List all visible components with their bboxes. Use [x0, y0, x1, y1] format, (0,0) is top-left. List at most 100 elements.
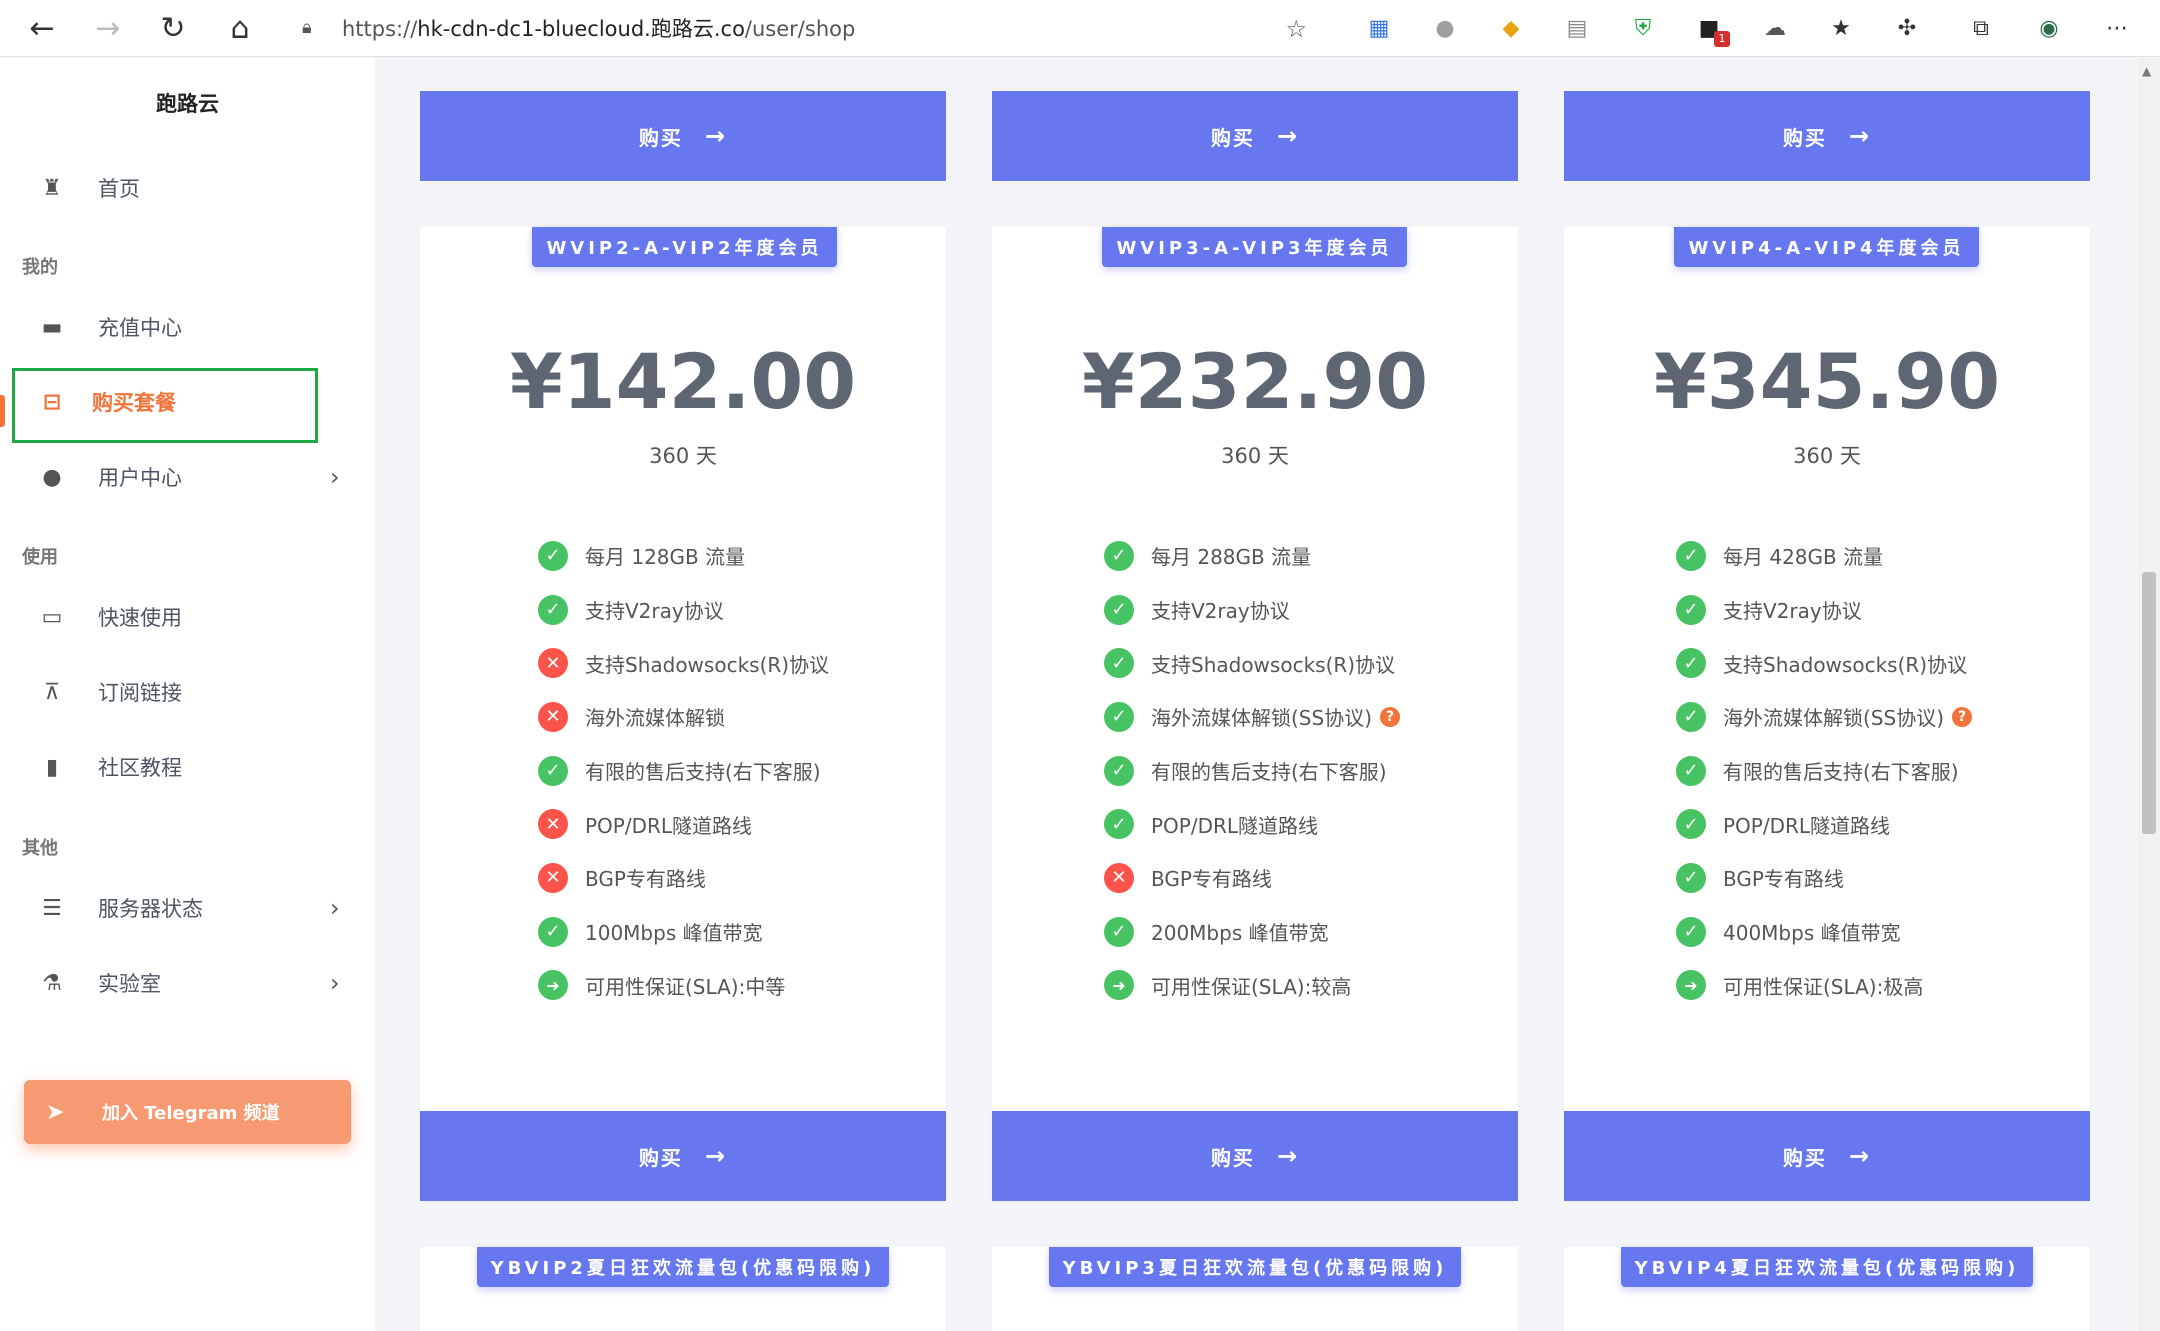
sidebar-item-home[interactable]: ♜ 首页 — [0, 155, 375, 221]
sidebar-item-server-status[interactable]: ☰ 服务器状态 › — [0, 875, 375, 941]
feature-text: 有限的售后支持(右下客服) — [1151, 760, 1387, 785]
feature-item: ✓ 支持V2ray协议 — [538, 583, 829, 637]
feature-text: 支持V2ray协议 — [1151, 599, 1290, 624]
feature-item: ✕ BGP专有路线 — [1104, 851, 1400, 905]
collections-icon[interactable]: ⧉ — [1966, 13, 1996, 43]
feature-item: ✓ POP/DRL隧道路线 — [1104, 797, 1400, 851]
check-circle-icon: ✓ — [538, 594, 568, 625]
check-circle-icon: ✓ — [1104, 916, 1134, 947]
wallet-icon: ▬ — [41, 314, 63, 340]
sidebar-item-label: 实验室 — [98, 972, 161, 996]
buy-button[interactable]: 购买 → — [420, 91, 946, 181]
sidebar-item-label: 快速使用 — [98, 606, 182, 630]
feature-item: ✓ 支持V2ray协议 — [1676, 583, 1972, 637]
profile-avatar-icon[interactable]: ◉ — [2034, 13, 2064, 43]
brand-title[interactable]: 跑路云 — [0, 88, 375, 118]
arrow-right-icon: → — [1848, 122, 1872, 150]
check-circle-icon: ✓ — [1676, 916, 1706, 947]
server-icon: ☰ — [42, 895, 62, 921]
telegram-join-button[interactable]: ➤ 加入 Telegram 频道 — [24, 1080, 351, 1144]
check-circle-icon: ✓ — [1104, 701, 1134, 732]
buy-button[interactable]: 购买 → — [992, 91, 1518, 181]
refresh-icon[interactable]: ↻ — [155, 10, 191, 46]
cloud-icon[interactable]: ☁ — [1760, 13, 1790, 43]
home-icon[interactable]: ⌂ — [222, 10, 258, 46]
arrow-circle-icon: ➜ — [1104, 970, 1134, 1001]
browser-toolbar: ← → ↻ ⌂ 🔒︎ https://hk-cdn-dc1-bluecloud.… — [0, 0, 2160, 57]
check-circle-icon: ✓ — [1104, 809, 1134, 840]
check-circle-icon: ✓ — [1676, 755, 1706, 786]
plan-badge: WVIP4-A-VIP4年度会员 — [1674, 227, 1979, 267]
plan-price: ¥232.90 — [1081, 337, 1429, 426]
document-extension-icon[interactable]: ▤ — [1562, 13, 1592, 43]
help-question-icon[interactable]: ? — [1952, 706, 1972, 727]
buy-button[interactable]: 购买 → — [1564, 91, 2090, 181]
plan-badge: WVIP3-A-VIP3年度会员 — [1102, 227, 1407, 267]
back-icon[interactable]: ← — [24, 10, 60, 46]
sidebar-item-subscribe[interactable]: ⊼ 订阅链接 — [0, 659, 375, 725]
section-title-use: 使用 — [22, 547, 58, 568]
adblock-shield-icon[interactable]: ⛨ — [1628, 13, 1658, 43]
address-bar[interactable]: 🔒︎ https://hk-cdn-dc1-bluecloud.跑路云.co/u… — [282, 6, 1327, 50]
plan-period: 360 天 — [1793, 444, 1861, 468]
feature-item: ✓ 每月 428GB 流量 — [1676, 529, 1972, 583]
feature-text: 支持V2ray协议 — [1723, 599, 1862, 624]
shield-extension-icon[interactable]: ◆ — [1496, 13, 1526, 43]
feature-text: 海外流媒体解锁 — [585, 706, 725, 731]
check-circle-icon: ✓ — [538, 916, 568, 947]
prev-card: 购买 → — [992, 58, 1518, 181]
favorite-add-icon[interactable]: ☆ — [1285, 15, 1307, 43]
feature-text: 每月 428GB 流量 — [1723, 545, 1884, 570]
feature-text: 有限的售后支持(右下客服) — [1723, 760, 1959, 785]
feature-item: ✓ 有限的售后支持(右下客服) — [538, 744, 829, 798]
sidebar-item-tutorial[interactable]: ▮ 社区教程 — [0, 734, 375, 800]
buy-button[interactable]: 购买 → — [420, 1111, 946, 1201]
feature-item: ✓ 100Mbps 峰值带宽 — [538, 905, 829, 959]
chat-extension-icon[interactable]: ■ 1 — [1694, 13, 1730, 47]
feature-text: 有限的售后支持(右下客服) — [585, 760, 821, 785]
feature-text: 支持V2ray协议 — [585, 599, 724, 624]
x-circle-icon: ✕ — [538, 648, 568, 679]
book-icon: ▮ — [45, 754, 59, 780]
apps-extension-icon[interactable]: ▦ — [1364, 13, 1394, 43]
prev-card: 购买 → — [420, 58, 946, 181]
feature-text: 可用性保证(SLA):较高 — [1151, 974, 1352, 999]
scrollbar-thumb[interactable] — [2142, 572, 2156, 834]
more-menu-icon[interactable]: ⋯ — [2102, 13, 2132, 43]
telegram-join-label: 加入 Telegram 频道 — [102, 1103, 280, 1124]
feature-list: ✓ 每月 128GB 流量 ✓ 支持V2ray协议 ✕ 支持Shadowsocks(R)协… — [538, 529, 829, 1012]
check-circle-icon: ✓ — [538, 755, 568, 786]
favorites-star-icon[interactable]: ★ — [1826, 13, 1856, 43]
check-circle-icon: ✓ — [1104, 540, 1134, 571]
circle-extension-icon[interactable]: ● — [1430, 13, 1460, 43]
feature-item: ✓ 400Mbps 峰值带宽 — [1676, 905, 1972, 959]
buy-button[interactable]: 购买 → — [1564, 1111, 2090, 1201]
broadcast-icon: ⊼ — [43, 679, 61, 705]
feature-item: ✓ 海外流媒体解锁(SS协议)? — [1676, 690, 1972, 744]
feature-item: ✕ 海外流媒体解锁 — [538, 690, 829, 744]
feature-text: POP/DRL隧道路线 — [1723, 813, 1891, 838]
scroll-up-icon[interactable]: ▲ — [2142, 64, 2151, 78]
arrow-right-icon: → — [704, 122, 728, 150]
sidebar-item-label: 充值中心 — [98, 316, 182, 340]
main-content: 购买 → 购买 → 购买 → WVIP2-A-VIP2年度会员 ¥142.00 360… — [375, 58, 2138, 1331]
extensions-puzzle-icon[interactable]: ✣ — [1892, 13, 1922, 43]
help-question-icon[interactable]: ? — [1380, 706, 1400, 727]
x-circle-icon: ✕ — [538, 701, 568, 732]
sidebar-item-label: 社区教程 — [98, 756, 182, 780]
check-circle-icon: ✓ — [1676, 701, 1706, 732]
plan-card-ybvip3: YBVIP3夏日狂欢流量包(优惠码限购) — [992, 1247, 1518, 1331]
plan-badge: YBVIP4夏日狂欢流量包(优惠码限购) — [1621, 1247, 2033, 1287]
feature-text: 可用性保证(SLA):中等 — [585, 974, 786, 999]
feature-text: BGP专有路线 — [1723, 867, 1844, 892]
sidebar-item-user-center[interactable]: ● 用户中心 › — [0, 444, 375, 510]
page-scrollbar[interactable]: ▲ — [2138, 58, 2160, 1331]
feature-item: ✓ 每月 288GB 流量 — [1104, 529, 1400, 583]
plan-card-vip4: WVIP4-A-VIP4年度会员 ¥345.90 360 天 ✓ 每月 428GB… — [1564, 227, 2090, 1201]
sidebar-item-lab[interactable]: ⚗ 实验室 › — [0, 950, 375, 1016]
buy-button[interactable]: 购买 → — [992, 1111, 1518, 1201]
forward-icon[interactable]: → — [90, 10, 126, 46]
sidebar-item-recharge[interactable]: ▬ 充值中心 — [0, 294, 375, 360]
arrow-right-icon: → — [1276, 122, 1300, 150]
sidebar-item-quick-use[interactable]: ▭ 快速使用 — [0, 584, 375, 650]
